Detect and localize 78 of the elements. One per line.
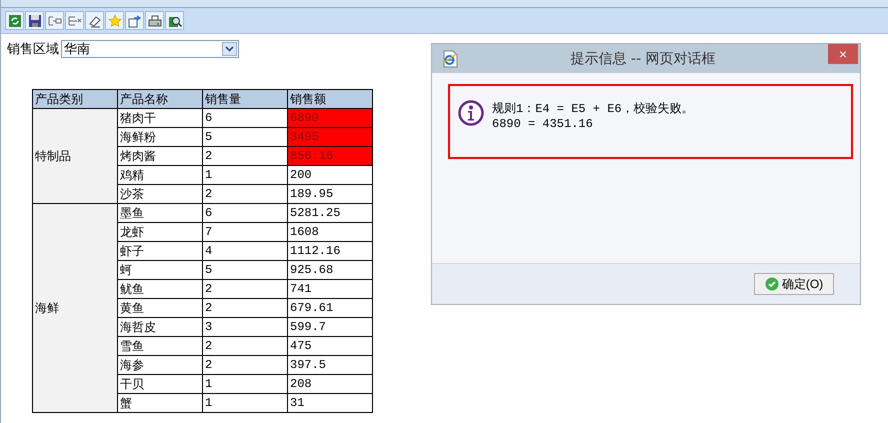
table-cell: 208 bbox=[288, 374, 372, 394]
star-icon bbox=[108, 14, 122, 28]
table-cell: 虾子 bbox=[118, 242, 202, 260]
table-cell: 墨鱼 bbox=[118, 204, 202, 222]
table-cell: 1 bbox=[202, 394, 288, 412]
dialog-title: 提示信息 -- 网页对话框 bbox=[569, 50, 716, 68]
region-dropdown[interactable]: 华南 bbox=[61, 40, 239, 58]
table-cell: 鸡精 bbox=[118, 166, 202, 184]
table-cell: 599.7 bbox=[288, 318, 372, 336]
table-cell: 海哲皮 bbox=[118, 318, 202, 336]
table-cell: 475 bbox=[288, 336, 372, 356]
table-cell: 31 bbox=[288, 394, 372, 412]
table-cell: 2 bbox=[202, 184, 288, 204]
print-icon bbox=[148, 14, 162, 28]
table-cell: 5 bbox=[202, 128, 288, 146]
table-cell: 6 bbox=[202, 108, 288, 128]
refresh-icon bbox=[8, 14, 22, 28]
filter-label: 销售区域 bbox=[7, 41, 59, 58]
export-icon bbox=[128, 14, 142, 28]
check-icon bbox=[764, 277, 779, 291]
column-header: 销售量 bbox=[202, 90, 288, 108]
table-cell: 741 bbox=[288, 280, 372, 298]
toolbar-button[interactable] bbox=[125, 11, 144, 30]
table-cell: 5281.25 bbox=[288, 204, 372, 222]
category-cell: 特制品 bbox=[32, 108, 118, 204]
table-cell: 2 bbox=[202, 336, 288, 356]
table-cell: 猪肉干 bbox=[118, 108, 202, 128]
toolbar-button[interactable] bbox=[145, 11, 164, 30]
table-cell: 1 bbox=[202, 374, 288, 394]
eraser-icon bbox=[88, 14, 102, 28]
table-cell: 龙虾 bbox=[118, 222, 202, 242]
table-cell: 海鲜粉 bbox=[118, 128, 202, 146]
table-cell: 5 bbox=[202, 260, 288, 280]
table-cell: 鱿鱼 bbox=[118, 280, 202, 298]
error-cell: 3495 bbox=[288, 128, 372, 146]
ok-button[interactable]: 确定(O) bbox=[754, 273, 834, 295]
table-cell: 679.61 bbox=[288, 298, 372, 318]
table-cell: 2 bbox=[202, 280, 288, 298]
table-cell: 189.95 bbox=[288, 184, 372, 204]
close-button[interactable]: × bbox=[828, 44, 858, 64]
browser-page-icon bbox=[442, 50, 458, 68]
table-cell: 雪鱼 bbox=[118, 336, 202, 356]
table-cell: 海参 bbox=[118, 356, 202, 374]
table-cell: 200 bbox=[288, 166, 372, 184]
table-cell: 蚵 bbox=[118, 260, 202, 280]
delete-row-icon bbox=[68, 14, 82, 28]
table-cell: 7 bbox=[202, 222, 288, 242]
error-cell: 6890 bbox=[288, 108, 372, 128]
table-cell: 1608 bbox=[288, 222, 372, 242]
toolbar-button[interactable] bbox=[85, 11, 104, 30]
error-cell: 856.16 bbox=[288, 146, 372, 166]
table-cell: 干贝 bbox=[118, 374, 202, 394]
column-header: 销售额 bbox=[288, 90, 372, 108]
info-icon bbox=[458, 100, 484, 126]
toolbar-button[interactable] bbox=[25, 11, 44, 30]
table-cell: 蟹 bbox=[118, 394, 202, 412]
category-cell: 海鲜 bbox=[32, 204, 118, 412]
save-icon bbox=[28, 14, 42, 28]
table-cell: 黄鱼 bbox=[118, 298, 202, 318]
table-cell: 3 bbox=[202, 318, 288, 336]
table-cell: 沙茶 bbox=[118, 184, 202, 204]
toolbar-button[interactable] bbox=[165, 11, 184, 30]
insert-row-icon bbox=[48, 14, 62, 28]
column-header: 产品类别 bbox=[32, 90, 118, 108]
column-header: 产品名称 bbox=[118, 90, 202, 108]
table-cell: 925.68 bbox=[288, 260, 372, 280]
table-cell: 6 bbox=[202, 204, 288, 222]
table-cell: 397.5 bbox=[288, 356, 372, 374]
table-cell: 烤肉酱 bbox=[118, 146, 202, 166]
table-cell: 2 bbox=[202, 146, 288, 166]
message-text: 规则1：E4 = E5 + E6，校验失败。 bbox=[492, 101, 694, 117]
table-cell: 1112.16 bbox=[288, 242, 372, 260]
table-cell: 4 bbox=[202, 242, 288, 260]
table-cell: 2 bbox=[202, 298, 288, 318]
table-cell: 1 bbox=[202, 166, 288, 184]
message-text: 6890 = 4351.16 bbox=[492, 117, 594, 131]
chevron-down-icon bbox=[222, 42, 237, 56]
table-cell: 2 bbox=[202, 356, 288, 374]
